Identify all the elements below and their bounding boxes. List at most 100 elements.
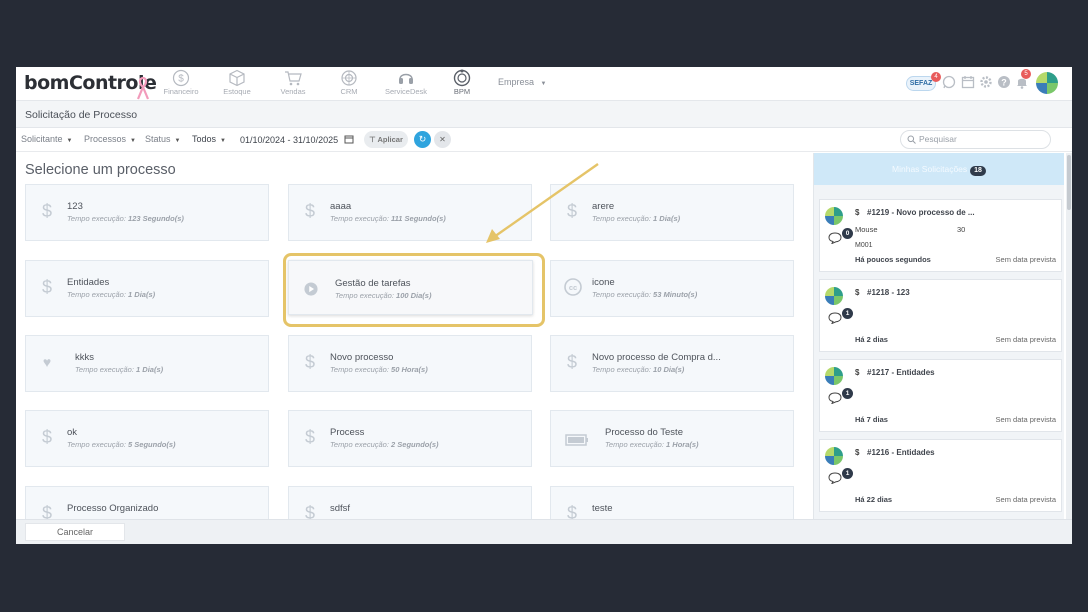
request-field-label: Mouse xyxy=(855,225,878,234)
process-name: Entidades xyxy=(67,277,110,288)
time-prefix: Tempo execução: xyxy=(330,365,389,374)
scrollbar[interactable] xyxy=(1066,153,1072,519)
request-due: Sem data prevista xyxy=(995,495,1056,504)
nav-crm[interactable]: CRM xyxy=(319,69,379,96)
process-time: Tempo execução: 1 Dia(s) xyxy=(592,214,680,223)
heart-icon: ♥ xyxy=(42,354,52,370)
time-value: 53 Minuto(s) xyxy=(653,290,698,299)
process-time: Tempo execução: 5 Segundo(s) xyxy=(67,440,176,449)
process-card[interactable]: $ Process Tempo execução: 2 Segundo(s) xyxy=(288,410,532,467)
search-input[interactable]: Pesquisar xyxy=(900,130,1051,149)
help-icon[interactable]: ? xyxy=(997,75,1011,89)
user-avatar[interactable] xyxy=(1036,72,1058,94)
time-value: 111 Segundo(s) xyxy=(391,214,446,223)
crm-icon xyxy=(341,70,357,86)
process-selector: Selecione um processo $ 123 Tempo execuç… xyxy=(16,153,813,519)
headset-icon xyxy=(399,73,413,84)
comment-count: 0 xyxy=(842,228,853,239)
comment-icon[interactable] xyxy=(828,312,842,324)
gear-icon[interactable] xyxy=(979,75,993,89)
nav-servicedesk[interactable]: ServiceDesk xyxy=(376,69,436,96)
process-name: kkks xyxy=(75,352,94,363)
highlight-frame xyxy=(283,253,545,327)
refresh-button[interactable]: ↻ xyxy=(414,131,431,148)
dollar-icon: $ xyxy=(566,352,577,372)
nav-estoque[interactable]: Estoque xyxy=(207,69,267,96)
process-name: Novo processo de Compra d... xyxy=(592,352,721,363)
dollar-icon: $ xyxy=(41,201,52,221)
process-name: Processo do Teste xyxy=(605,427,683,438)
process-time: Tempo execução: 2 Segundo(s) xyxy=(330,440,439,449)
nav-financeiro[interactable]: $ Financeiro xyxy=(151,69,211,96)
svg-text:$: $ xyxy=(178,74,184,85)
process-card[interactable]: cc icone Tempo execução: 53 Minuto(s) xyxy=(550,260,794,317)
process-time: Tempo execução: 10 Dia(s) xyxy=(592,365,684,374)
date-range-label: 01/10/2024 - 31/10/2025 xyxy=(240,135,339,145)
process-card[interactable]: $ ok Tempo execução: 5 Segundo(s) xyxy=(25,410,269,467)
process-card[interactable]: ♥ kkks Tempo execução: 1 Dia(s) xyxy=(25,335,269,392)
filter-label: Todos xyxy=(192,134,217,144)
process-card[interactable]: $ Processo Organizado xyxy=(25,486,269,519)
process-card[interactable]: $ Novo processo Tempo execução: 50 Hora(… xyxy=(288,335,532,392)
comment-icon[interactable] xyxy=(828,392,842,404)
comment-icon[interactable] xyxy=(828,472,842,484)
comment-icon[interactable] xyxy=(828,232,842,244)
request-title: #1216 - Entidades xyxy=(867,448,935,457)
process-time: Tempo execução: 53 Minuto(s) xyxy=(592,290,697,299)
process-card[interactable]: $ sdfsf xyxy=(288,486,532,519)
process-card[interactable]: $ 123 Tempo execução: 123 Segundo(s) xyxy=(25,184,269,241)
avatar xyxy=(825,287,843,305)
dollar-icon: $ xyxy=(566,503,577,519)
page-header: Solicitação de Processo xyxy=(16,101,1072,128)
process-name: sdfsf xyxy=(330,503,351,514)
sefaz-badge: 4 xyxy=(931,72,941,82)
request-card[interactable]: $ #1219 - Novo processo de ... Mouse 30 … xyxy=(819,199,1062,272)
calendar-icon[interactable] xyxy=(961,75,975,89)
process-time: Tempo execução: 1 Dia(s) xyxy=(75,365,163,374)
process-time: Tempo execução: 1 Hora(s) xyxy=(605,440,699,449)
filter-solicitante[interactable]: Solicitante ▼ xyxy=(21,134,72,144)
request-card[interactable]: $ #1218 - 123 1 Há 2 dias Sem data previ… xyxy=(819,279,1062,352)
process-card[interactable]: $ Entidades Tempo execução: 1 Dia(s) xyxy=(25,260,269,317)
dollar-icon: $ xyxy=(855,368,860,377)
time-value: 10 Dia(s) xyxy=(653,365,685,374)
dollar-icon: $ xyxy=(41,427,52,447)
process-card[interactable]: Processo do Teste Tempo execução: 1 Hora… xyxy=(550,410,794,467)
filter-label: Status xyxy=(145,134,171,144)
process-card[interactable]: $ teste xyxy=(550,486,794,519)
svg-text:?: ? xyxy=(1001,78,1007,88)
pink-ribbon-icon xyxy=(136,76,150,100)
nav-bpm[interactable]: BPM xyxy=(432,69,492,96)
clear-button[interactable]: ✕ xyxy=(434,131,451,148)
nav-label: Estoque xyxy=(223,87,251,96)
request-time: Há 7 dias xyxy=(855,415,888,424)
battery-icon xyxy=(565,434,588,446)
panel-header: Minhas Solicitações 18 xyxy=(814,153,1064,185)
process-card[interactable]: $ Novo processo de Compra d... Tempo exe… xyxy=(550,335,794,392)
avatar xyxy=(825,447,843,465)
request-card[interactable]: $ #1216 - Entidades 1 Há 22 dias Sem dat… xyxy=(819,439,1062,512)
avatar xyxy=(825,367,843,385)
request-card[interactable]: $ #1217 - Entidades 1 Há 7 dias Sem data… xyxy=(819,359,1062,432)
nav-vendas[interactable]: Vendas xyxy=(263,69,323,96)
cancel-button[interactable]: Cancelar xyxy=(25,523,125,541)
empresa-dropdown[interactable]: Empresa ▼ xyxy=(498,77,546,87)
panel-title: Minhas Solicitações xyxy=(892,164,968,174)
dollar-icon: $ xyxy=(304,503,315,519)
filter-todos[interactable]: Todos ▼ xyxy=(192,134,226,144)
request-title: #1218 - 123 xyxy=(867,288,910,297)
whatsapp-icon[interactable] xyxy=(942,75,956,89)
top-navbar: bomControle $ Financeiro Estoque Vendas … xyxy=(16,67,1072,101)
date-range-picker[interactable]: 01/10/2024 - 31/10/2025 xyxy=(240,134,354,145)
process-time: Tempo execução: 50 Hora(s) xyxy=(330,365,428,374)
caret-down-icon: ▼ xyxy=(220,138,226,144)
filter-processos[interactable]: Processos ▼ xyxy=(84,134,136,144)
process-name: aaaa xyxy=(330,201,352,212)
time-value: 1 Dia(s) xyxy=(136,365,164,374)
request-code: M001 xyxy=(855,242,873,249)
scrollbar-thumb[interactable] xyxy=(1067,155,1071,210)
apply-button[interactable]: ⊤ Aplicar xyxy=(364,131,408,148)
filter-status[interactable]: Status ▼ xyxy=(145,134,180,144)
process-name: teste xyxy=(592,503,613,514)
process-time: Tempo execução: 111 Segundo(s) xyxy=(330,214,446,223)
